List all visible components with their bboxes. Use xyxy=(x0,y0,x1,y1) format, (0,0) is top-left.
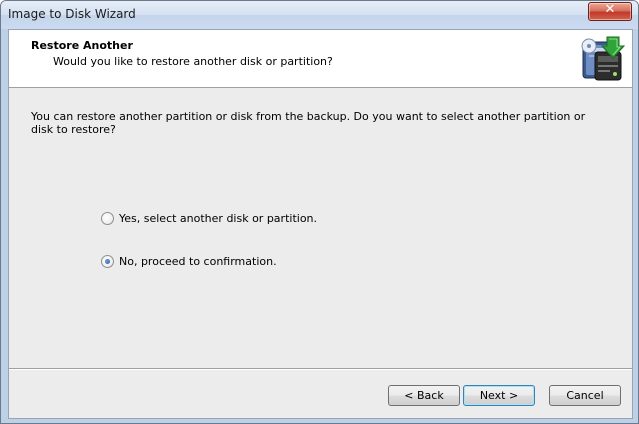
footer-divider xyxy=(9,368,632,370)
disk-restore-icon xyxy=(577,34,627,84)
step-description: You can restore another partition or dis… xyxy=(31,110,586,136)
wizard-window: Image to Disk Wizard ✕ Restore Another W… xyxy=(0,0,639,424)
back-button[interactable]: < Back xyxy=(388,385,460,406)
option-no[interactable]: No, proceed to confirmation. xyxy=(101,253,277,269)
radio-yes[interactable] xyxy=(101,211,114,225)
close-icon: ✕ xyxy=(604,2,616,17)
window-title: Image to Disk Wizard xyxy=(8,7,136,21)
page-title: Restore Another xyxy=(31,39,133,52)
radio-no[interactable] xyxy=(101,254,114,268)
option-yes-label[interactable]: Yes, select another disk or partition. xyxy=(119,212,317,225)
next-button[interactable]: Next > xyxy=(463,385,535,406)
option-yes[interactable]: Yes, select another disk or partition. xyxy=(101,210,317,226)
close-button[interactable]: ✕ xyxy=(588,2,632,21)
option-no-label[interactable]: No, proceed to confirmation. xyxy=(119,255,277,268)
cancel-button[interactable]: Cancel xyxy=(549,385,621,406)
wizard-header: Restore Another Would you like to restor… xyxy=(9,30,632,88)
wizard-content: Restore Another Would you like to restor… xyxy=(8,29,633,419)
title-bar: Image to Disk Wizard ✕ xyxy=(1,1,638,29)
page-subtitle: Would you like to restore another disk o… xyxy=(53,55,333,68)
